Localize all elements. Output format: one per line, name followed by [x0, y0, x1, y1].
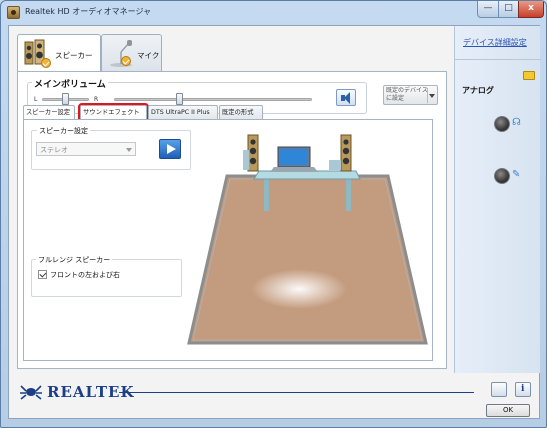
- tab-speaker-settings[interactable]: スピーカー設定: [23, 105, 75, 120]
- fullrange-speaker-group: フルレンジ スピーカー フロントの左および右: [31, 255, 182, 297]
- tab-default-format[interactable]: 既定の形式: [219, 105, 263, 119]
- tab-microphone-label: マイク: [137, 51, 160, 60]
- volume-slider-track[interactable]: [114, 98, 312, 101]
- speaker-config-group: スピーカー設定 ステレオ: [31, 126, 191, 170]
- balance-right-label: R: [94, 96, 99, 103]
- balance-slider-thumb[interactable]: [62, 93, 69, 105]
- speaker-config-select[interactable]: ステレオ: [36, 142, 136, 156]
- fullrange-title: フルレンジ スピーカー: [36, 255, 113, 265]
- sound-sweet-spot: [251, 269, 347, 309]
- front-lr-checkbox-label: フロントの左および右: [50, 271, 120, 279]
- title-bar: Realtek HD オーディオマネージャ — □ x: [1, 1, 546, 25]
- settings-icon[interactable]: [491, 382, 507, 397]
- tab-dts-ultrapc[interactable]: DTS UltraPC II Plus: [148, 105, 218, 119]
- close-button[interactable]: x: [518, 1, 544, 18]
- headphone-jack[interactable]: [494, 116, 510, 132]
- balance-left-label: L: [34, 96, 38, 103]
- status-check-icon: [121, 56, 131, 66]
- room-illustration: [187, 134, 428, 345]
- app-window: Realtek HD オーディオマネージャ — □ x スピーカー マイク メイ…: [0, 0, 547, 428]
- selected-check-icon: [41, 58, 51, 68]
- mute-speaker-button[interactable]: [336, 89, 356, 106]
- realtek-app-icon: [7, 6, 20, 19]
- chevron-down-icon[interactable]: [427, 88, 436, 103]
- footer-divider: [119, 392, 474, 393]
- analog-label: アナログ: [462, 86, 494, 95]
- minimize-button[interactable]: —: [477, 1, 499, 18]
- speaker-config-title: スピーカー設定: [37, 126, 90, 136]
- tab-speaker-label: スピーカー: [55, 51, 93, 60]
- speaker-settings-panel: スピーカー設定 ステレオ フルレンジ スピーカー フロントの左および右: [23, 119, 433, 361]
- right-speaker: [329, 134, 352, 172]
- volume-slider-thumb[interactable]: [175, 93, 183, 105]
- mic-jack-icon: ✎: [512, 169, 521, 180]
- maximize-button[interactable]: □: [498, 1, 519, 18]
- default-device-label: 既定のデバイスに設定: [386, 87, 428, 102]
- front-lr-checkbox[interactable]: [38, 270, 47, 279]
- laptop: [270, 167, 318, 172]
- tab-speaker[interactable]: スピーカー: [17, 34, 101, 71]
- chevron-down-icon: [126, 148, 132, 152]
- main-client-area: スピーカー マイク メインボリューム L R 既定のデバイスに設定 スピーカー設…: [8, 25, 541, 419]
- side-panel: デバイス詳細設定 アナログ ☊ ✎: [454, 26, 541, 373]
- microphone-jack[interactable]: [494, 168, 510, 184]
- tab-sound-effects[interactable]: サウンドエフェクト: [78, 103, 149, 121]
- folder-icon[interactable]: [523, 71, 535, 80]
- main-volume-title: メインボリューム: [32, 77, 108, 90]
- speaker-config-value: ステレオ: [40, 146, 68, 154]
- side-divider: [455, 59, 541, 60]
- ok-button[interactable]: OK: [486, 404, 530, 417]
- info-icon[interactable]: i: [515, 382, 531, 397]
- window-title: Realtek HD オーディオマネージャ: [25, 7, 152, 16]
- set-default-device-dropdown[interactable]: 既定のデバイスに設定: [383, 85, 438, 105]
- advanced-device-settings-link[interactable]: デバイス詳細設定: [463, 37, 527, 48]
- headphone-icon: ☊: [512, 117, 521, 128]
- left-speaker: [243, 134, 259, 172]
- tab-microphone[interactable]: マイク: [101, 34, 162, 71]
- play-test-button[interactable]: [159, 139, 181, 159]
- desk: [253, 170, 361, 180]
- realtek-crab-icon: [20, 385, 42, 400]
